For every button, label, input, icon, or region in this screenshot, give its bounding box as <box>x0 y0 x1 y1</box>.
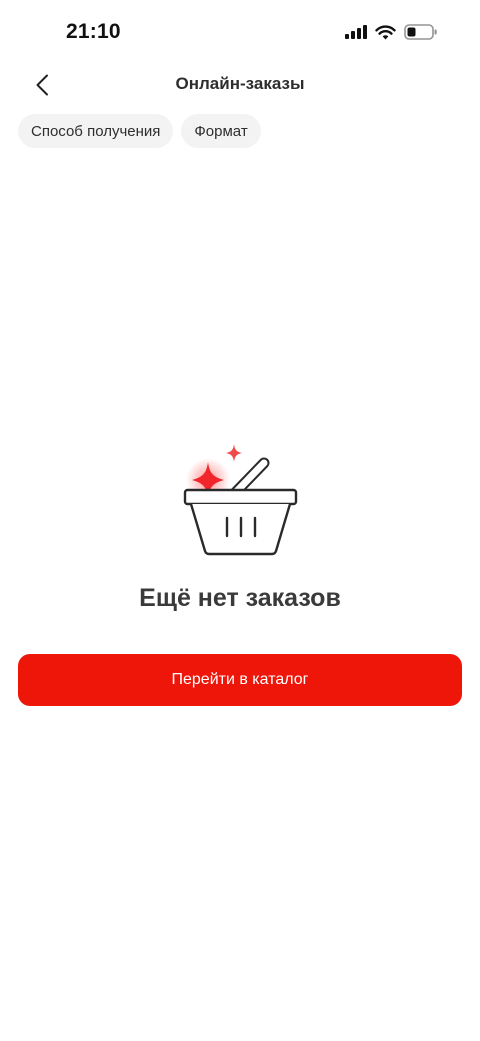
filter-chip-delivery-method[interactable]: Способ получения <box>18 114 174 148</box>
empty-state-title: Ещё нет заказов <box>139 584 341 612</box>
wifi-icon <box>375 24 396 39</box>
status-time: 21:10 <box>66 20 121 43</box>
filter-bar: Способ получения Формат <box>18 114 261 148</box>
filter-chip-format[interactable]: Формат <box>181 114 261 148</box>
screen: 21:10 Онлайн-заказы Способ получения Фор… <box>0 0 480 1041</box>
basket-icon <box>183 444 298 556</box>
status-bar: 21:10 <box>0 0 480 64</box>
signal-icon <box>345 25 367 39</box>
go-to-catalog-button[interactable]: Перейти в каталог <box>18 654 462 706</box>
battery-icon <box>404 24 437 40</box>
page-title: Онлайн-заказы <box>175 74 305 93</box>
header: Онлайн-заказы <box>0 60 480 110</box>
status-icons <box>345 22 438 42</box>
